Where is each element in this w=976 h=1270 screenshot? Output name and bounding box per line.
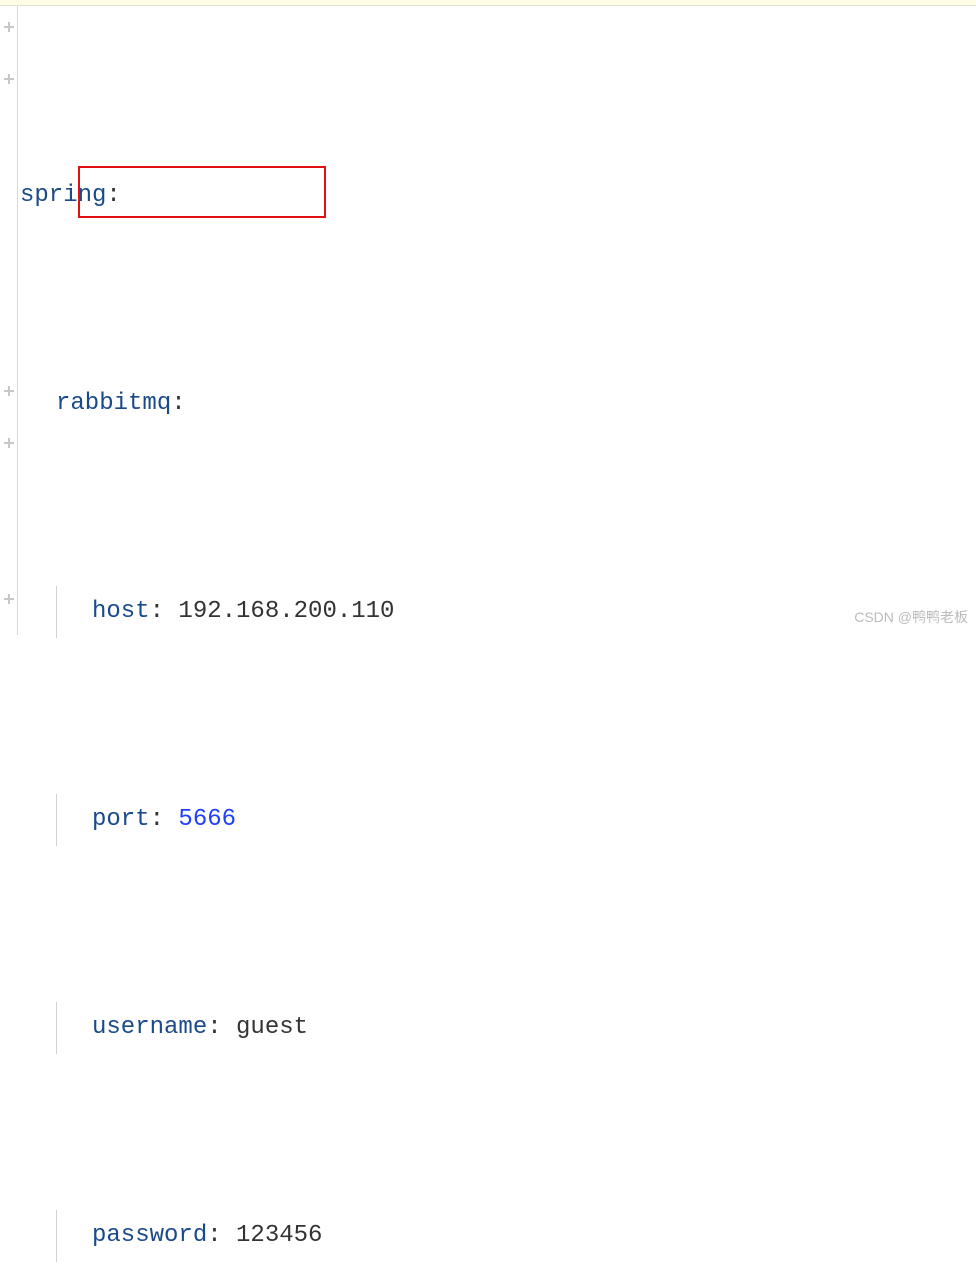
watermark-text: CSDN @鸭鸭老板 bbox=[854, 607, 968, 627]
colon: : bbox=[207, 1002, 236, 1054]
code-line: host: 192.168.200.110 bbox=[20, 586, 649, 638]
fold-marker-icon[interactable] bbox=[4, 74, 14, 84]
fold-marker-icon[interactable] bbox=[4, 22, 14, 32]
yaml-key: rabbitmq bbox=[56, 378, 171, 430]
yaml-key: port bbox=[92, 794, 150, 846]
fold-marker-icon[interactable] bbox=[4, 594, 14, 604]
code-line: username: guest bbox=[20, 1002, 649, 1054]
colon: : bbox=[150, 794, 179, 846]
code-line: password: 123456 bbox=[20, 1210, 649, 1262]
fold-marker-icon[interactable] bbox=[4, 438, 14, 448]
code-line: spring: bbox=[20, 170, 649, 222]
colon: : bbox=[106, 170, 120, 222]
code-line: port: 5666 bbox=[20, 794, 649, 846]
editor-gutter bbox=[0, 6, 18, 635]
colon: : bbox=[207, 1210, 236, 1262]
yaml-key: password bbox=[92, 1210, 207, 1262]
yaml-key: host bbox=[92, 586, 150, 638]
yaml-value: 192.168.200.110 bbox=[178, 586, 394, 638]
yaml-value: 123456 bbox=[236, 1210, 322, 1262]
yaml-value: 5666 bbox=[178, 794, 236, 846]
code-content: spring: rabbitmq: host: 192.168.200.110 … bbox=[20, 14, 649, 1270]
yaml-value: guest bbox=[236, 1002, 308, 1054]
colon: : bbox=[171, 378, 185, 430]
code-line: rabbitmq: bbox=[20, 378, 649, 430]
yaml-key: username bbox=[92, 1002, 207, 1054]
top-warning-bar bbox=[0, 0, 976, 6]
colon: : bbox=[150, 586, 179, 638]
yaml-key: spring bbox=[20, 170, 106, 222]
fold-marker-icon[interactable] bbox=[4, 386, 14, 396]
